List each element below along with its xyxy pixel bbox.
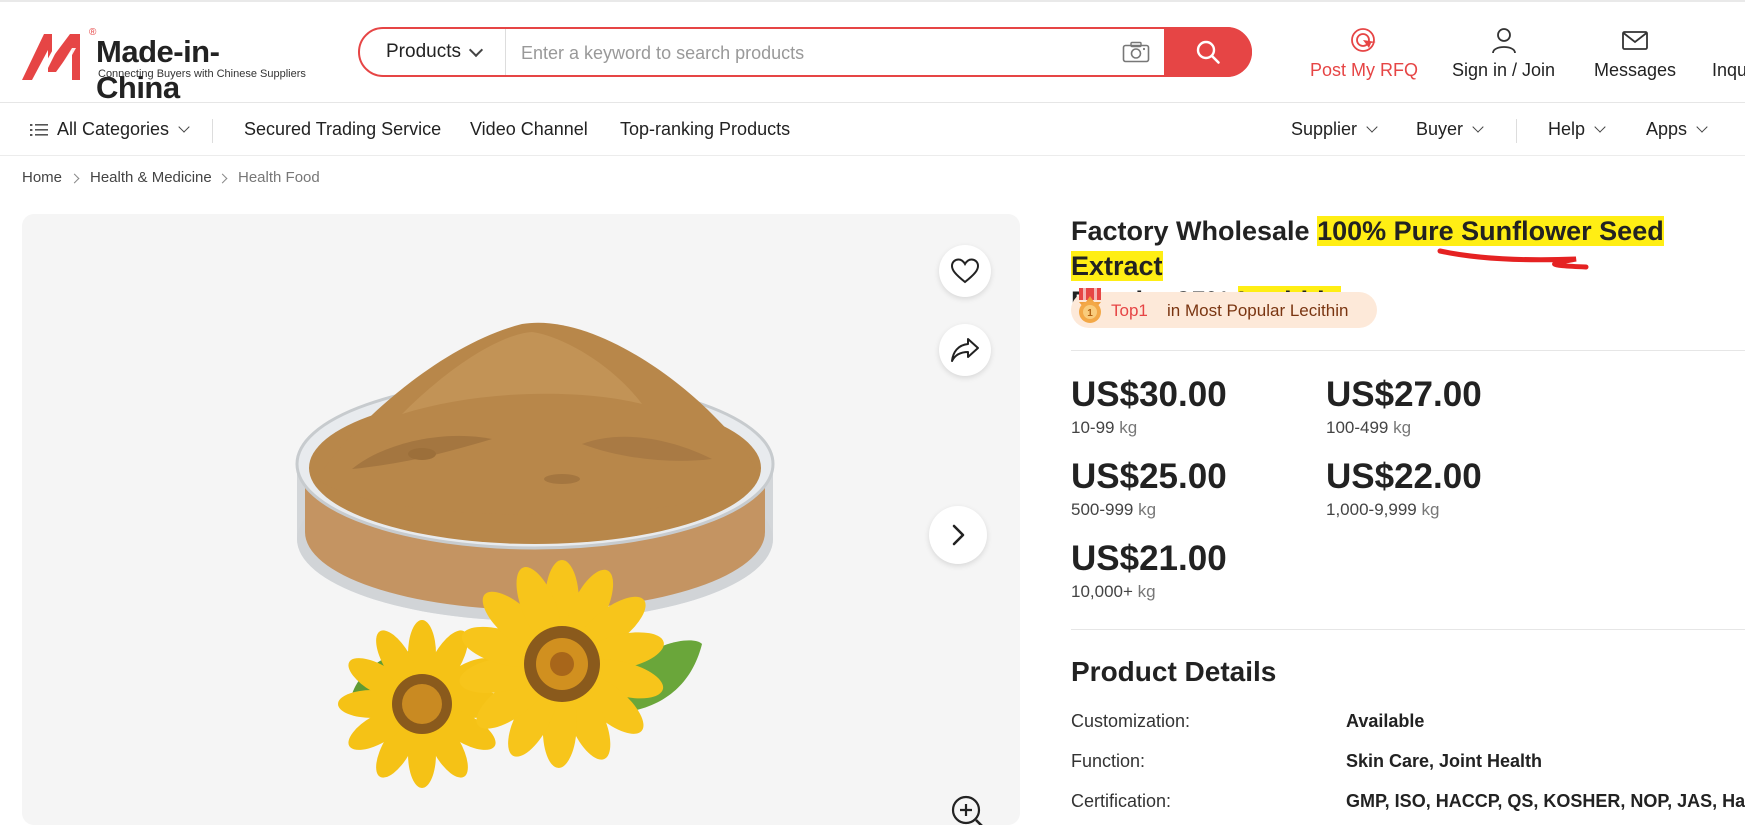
all-categories-menu[interactable]: All Categories — [30, 119, 190, 140]
tier-range: 10,000+ — [1071, 582, 1133, 601]
detail-value: Available — [1346, 711, 1425, 731]
search-icon — [1196, 40, 1220, 64]
apps-menu[interactable]: Apps — [1646, 119, 1708, 140]
tier-range: 1,000-9,999 — [1326, 500, 1417, 519]
breadcrumb-health-food: Health Food — [238, 169, 320, 186]
user-icon — [1491, 28, 1516, 54]
search-bar: Products — [358, 27, 1252, 77]
price-divider-bottom — [1071, 629, 1745, 630]
tier-unit: kg — [1393, 418, 1412, 437]
tier-unit: kg — [1421, 500, 1440, 519]
chevron-down-icon — [468, 42, 484, 57]
tier-range: 500-999 — [1071, 500, 1134, 519]
search-button[interactable] — [1164, 27, 1252, 77]
video-channel-label: Video Channel — [470, 119, 588, 139]
site-logo[interactable]: ® Made-in-China Connecting Buyers with C… — [22, 27, 306, 105]
chevron-down-icon — [1366, 121, 1378, 133]
sign-in-label: Sign in / Join — [1452, 60, 1556, 80]
next-image-button[interactable] — [929, 506, 987, 564]
buyer-menu[interactable]: Buyer — [1416, 119, 1484, 140]
camera-search-icon[interactable] — [1122, 41, 1150, 63]
product-gallery — [22, 214, 1020, 825]
supplier-menu[interactable]: Supplier — [1291, 119, 1378, 140]
top-ranking-link[interactable]: Top-ranking Products — [620, 119, 790, 140]
inquiry-link[interactable]: Inqu — [1712, 26, 1745, 81]
favorite-button[interactable] — [939, 245, 991, 297]
all-categories-label: All Categories — [57, 119, 170, 139]
tier-unit: kg — [1138, 500, 1157, 519]
tier-price: US$25.00 — [1071, 457, 1227, 496]
product-details-heading: Product Details — [1071, 656, 1277, 687]
medal-icon: 1 — [1079, 288, 1101, 323]
top-border — [0, 0, 1745, 2]
detail-label: Function: — [1071, 751, 1146, 771]
title-text-1: Factory Wholesale — [1071, 216, 1318, 246]
help-menu[interactable]: Help — [1548, 119, 1606, 140]
apps-label: Apps — [1646, 119, 1688, 139]
post-rfq-link[interactable]: Post My RFQ — [1310, 26, 1418, 81]
tier-quantity: 1,000-9,999 kg — [1326, 500, 1439, 520]
post-rfq-label: Post My RFQ — [1310, 60, 1419, 80]
search-category-label: Products — [386, 41, 461, 62]
supplier-label: Supplier — [1291, 119, 1358, 139]
search-category-select[interactable]: Products — [360, 29, 506, 75]
tier-quantity: 10,000+ kg — [1071, 582, 1156, 602]
tier-range: 10-99 — [1071, 418, 1115, 437]
ranking-badge[interactable]: 1 Top1 in Most Popular Lecithin — [1071, 288, 1377, 328]
top-ranking-label: Top-ranking Products — [620, 119, 791, 139]
detail-label: Customization: — [1071, 711, 1191, 731]
inquiry-label: Inqu — [1712, 60, 1745, 80]
tier-unit: kg — [1119, 418, 1138, 437]
tier-price: US$30.00 — [1071, 375, 1227, 414]
detail-label: Certification: — [1071, 791, 1172, 811]
tier-quantity: 100-499 kg — [1326, 418, 1411, 438]
detail-value: Skin Care, Joint Health — [1346, 751, 1543, 771]
tier-price: US$21.00 — [1071, 539, 1227, 578]
red-pen-underline — [1437, 248, 1589, 270]
messages-link[interactable]: Messages — [1594, 26, 1676, 81]
mail-icon — [1622, 31, 1648, 50]
chevron-right-icon — [217, 173, 228, 184]
rank-text: in Most Popular Lecithin — [1167, 301, 1349, 320]
product-image[interactable] — [22, 214, 1020, 825]
secured-trading-label: Secured Trading Service — [244, 119, 442, 139]
rank-label: Top1 — [1111, 301, 1148, 320]
zoom-in-icon[interactable] — [950, 792, 986, 825]
sign-in-link[interactable]: Sign in / Join — [1452, 26, 1555, 81]
share-button[interactable] — [939, 324, 991, 376]
video-channel-link[interactable]: Video Channel — [470, 119, 588, 140]
detail-value: GMP, ISO, HACCP, QS, KOSHER, NOP, JAS, H… — [1346, 791, 1745, 811]
nav-divider — [212, 119, 213, 143]
help-label: Help — [1548, 119, 1586, 139]
secured-trading-link[interactable]: Secured Trading Service — [244, 119, 441, 140]
chevron-down-icon — [1472, 121, 1484, 133]
category-nav: All Categories Secured Trading Service V… — [0, 103, 1745, 156]
tier-quantity: 10-99 kg — [1071, 418, 1137, 438]
breadcrumb-health-medicine[interactable]: Health & Medicine — [90, 169, 212, 186]
list-icon — [30, 123, 48, 136]
chevron-right-icon — [952, 524, 965, 546]
logo-mark-icon — [22, 34, 80, 80]
tier-quantity: 500-999 kg — [1071, 500, 1156, 520]
chevron-down-icon — [1696, 121, 1708, 133]
chevron-down-icon — [178, 121, 190, 133]
tier-unit: kg — [1137, 582, 1156, 601]
share-icon — [951, 338, 979, 362]
nav-divider — [1516, 119, 1517, 143]
tier-range: 100-499 — [1326, 418, 1389, 437]
chevron-right-icon — [69, 173, 80, 184]
chevron-down-icon — [1594, 121, 1606, 133]
rfq-target-icon — [1351, 28, 1376, 52]
heart-icon — [951, 258, 979, 284]
svg-text:1: 1 — [1087, 308, 1093, 319]
logo-tagline: Connecting Buyers with Chinese Suppliers — [98, 68, 306, 80]
messages-label: Messages — [1594, 60, 1677, 80]
price-divider-top — [1071, 350, 1745, 351]
tier-price: US$22.00 — [1326, 457, 1482, 496]
search-input[interactable] — [519, 37, 1063, 69]
tier-price: US$27.00 — [1326, 375, 1482, 414]
buyer-label: Buyer — [1416, 119, 1464, 139]
breadcrumb-home[interactable]: Home — [22, 169, 62, 186]
